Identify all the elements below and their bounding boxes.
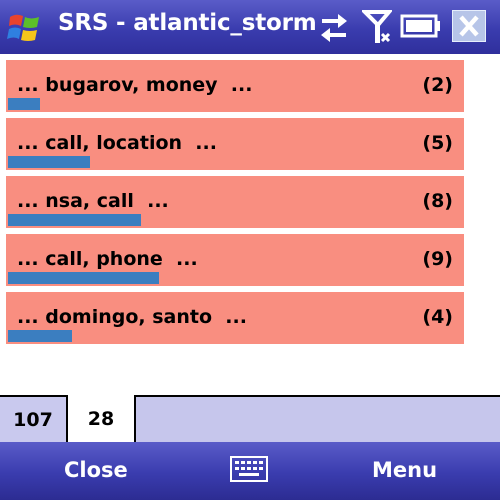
battery-icon[interactable] (400, 8, 442, 44)
close-icon[interactable] (452, 10, 486, 42)
list-item[interactable]: ... domingo, santo ... (4) (6, 292, 464, 344)
menu-button[interactable]: Menu (372, 458, 437, 482)
sync-icon[interactable] (318, 8, 350, 44)
softkey-bar: Close Menu (0, 442, 500, 500)
relevance-bar (8, 330, 73, 342)
list-item-label: ... bugarov, money ... (17, 74, 253, 96)
result-list: ... bugarov, money ... (2) ... call, loc… (0, 54, 500, 395)
list-item-label: ... call, location ... (17, 132, 217, 154)
signal-icon[interactable] (360, 8, 394, 46)
window-title: SRS - atlantic_storm (58, 10, 317, 36)
title-bar: SRS - atlantic_storm (0, 0, 500, 54)
list-item-count: (8) (422, 190, 453, 212)
list-item-label: ... nsa, call ... (17, 190, 169, 212)
list-item-count: (9) (422, 248, 453, 270)
tab-strip: 107 28 (0, 395, 500, 442)
list-item-count: (2) (422, 74, 453, 96)
list-item-count: (5) (422, 132, 453, 154)
relevance-bar (8, 214, 141, 226)
relevance-bar (8, 98, 41, 110)
windows-start-icon[interactable] (6, 7, 46, 47)
list-item[interactable]: ... call, phone ... (9) (6, 234, 464, 286)
list-item[interactable]: ... bugarov, money ... (2) (6, 60, 464, 112)
list-item-count: (4) (422, 306, 453, 328)
list-item[interactable]: ... nsa, call ... (8) (6, 176, 464, 228)
tab-107[interactable]: 107 (0, 397, 68, 442)
relevance-bar (8, 156, 91, 168)
close-button[interactable]: Close (64, 458, 128, 482)
keyboard-icon[interactable] (230, 456, 268, 482)
list-item[interactable]: ... call, location ... (5) (6, 118, 464, 170)
list-item-label: ... call, phone ... (17, 248, 198, 270)
tab-28[interactable]: 28 (68, 395, 136, 442)
relevance-bar (8, 272, 160, 284)
list-item-label: ... domingo, santo ... (17, 306, 247, 328)
